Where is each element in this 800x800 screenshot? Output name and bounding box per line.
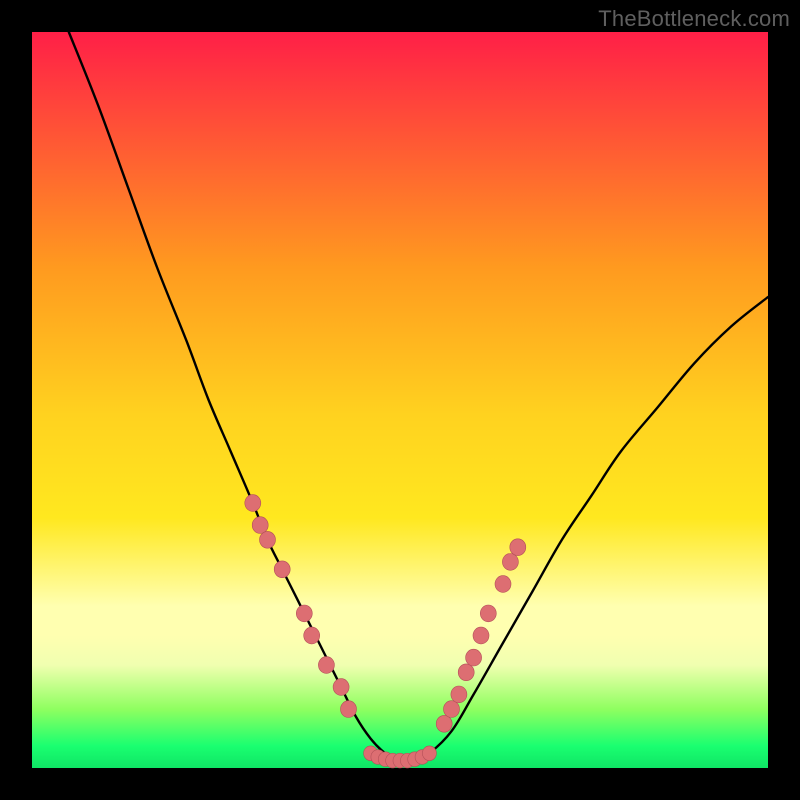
curve-marker: [444, 701, 460, 718]
curve-marker: [436, 715, 452, 732]
curve-marker: [480, 605, 496, 622]
curve-markers-right: [436, 539, 526, 732]
bottleneck-curve: [69, 32, 768, 762]
curve-marker: [458, 664, 474, 681]
curve-markers-bottom: [364, 746, 437, 768]
curve-marker: [333, 679, 349, 696]
curve-marker: [252, 517, 268, 534]
curve-marker: [495, 576, 511, 593]
curve-marker: [260, 531, 276, 548]
chart-frame: TheBottleneck.com: [0, 0, 800, 800]
curve-marker: [451, 686, 467, 703]
curve-marker: [466, 649, 482, 666]
attribution-text: TheBottleneck.com: [598, 6, 790, 32]
curve-marker: [510, 539, 526, 556]
plot-area: [32, 32, 768, 768]
curve-marker: [473, 627, 489, 644]
curve-markers-left: [245, 495, 357, 718]
curve-marker: [245, 495, 261, 512]
curve-marker: [422, 746, 436, 761]
curve-layer: [32, 32, 768, 768]
curve-marker: [274, 561, 290, 578]
curve-marker: [296, 605, 312, 622]
curve-marker: [341, 701, 357, 718]
curve-marker: [318, 657, 334, 674]
curve-marker: [304, 627, 320, 644]
curve-marker: [502, 554, 518, 571]
